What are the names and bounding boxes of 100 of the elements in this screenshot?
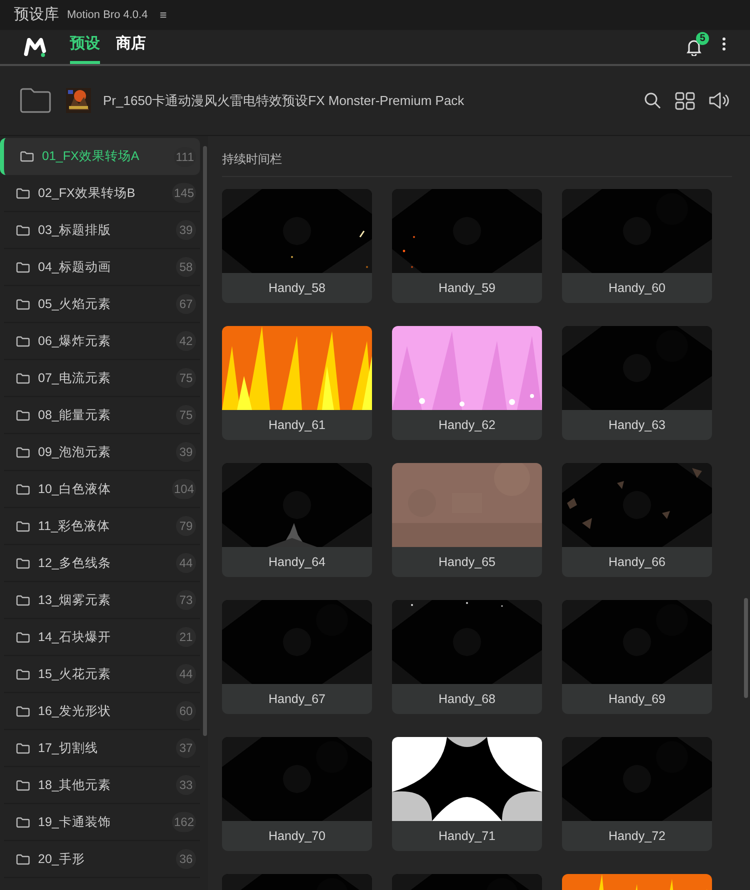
category-label: 07_电流元素 — [38, 370, 111, 387]
category-item[interactable]: 13_烟雾元素 73 — [4, 582, 200, 619]
preset-label: Handy_69 — [608, 690, 666, 708]
preset-label: Handy_62 — [438, 416, 496, 434]
folder-icon — [16, 558, 30, 568]
preset-card[interactable]: Handy_70 — [222, 737, 372, 851]
preset-label: Handy_64 — [268, 554, 326, 571]
count-badge: 44 — [176, 553, 196, 573]
preset-card[interactable]: Handy_68 — [392, 600, 542, 714]
preset-label: Handy_66 — [608, 554, 666, 571]
folder-icon — [16, 520, 30, 532]
count-badge: 73 — [176, 590, 196, 610]
preset-card[interactable]: Handy_60 — [562, 189, 712, 303]
logo-icon[interactable] — [24, 37, 46, 57]
folder-icon — [20, 151, 34, 162]
category-item[interactable]: 01_FX效果转场A 111 — [0, 138, 200, 175]
folder-icon — [16, 742, 30, 754]
category-label: 08_能量元素 — [38, 406, 111, 424]
category-item[interactable]: 10_白色液体 104 — [4, 471, 200, 508]
preset-card[interactable]: Handy_63 — [562, 326, 712, 440]
count-badge: 39 — [176, 220, 196, 240]
category-item[interactable]: 08_能量元素 75 — [4, 397, 200, 434]
preset-card[interactable]: Handy_64 — [222, 463, 372, 577]
folder-icon — [16, 780, 30, 790]
scrollbar[interactable] — [203, 146, 207, 736]
preset-card[interactable]: Handy_67 — [222, 600, 372, 714]
folder-icon — [16, 410, 30, 420]
category-label: 14_石块爆开 — [38, 628, 111, 646]
category-label: 20_手形 — [38, 850, 85, 868]
category-item[interactable]: 04_标题动画 58 — [4, 249, 200, 286]
panel-menu[interactable]: ≡ — [160, 6, 167, 24]
count-badge: 58 — [176, 257, 196, 277]
category-label: 13_烟雾元素 — [38, 592, 111, 609]
preset-card[interactable]: Handy_59 — [392, 189, 542, 303]
category-item[interactable]: 15_火花元素 44 — [4, 656, 200, 693]
preset-label: Handy_65 — [438, 554, 496, 571]
category-item[interactable]: 03_标题排版 39 — [4, 212, 200, 249]
category-item[interactable]: 11_彩色液体 79 — [4, 508, 200, 545]
category-label: 19_卡通装饰 — [38, 814, 111, 831]
preset-card[interactable]: Handy_62 — [392, 326, 542, 440]
category-label: 03_标题排版 — [38, 222, 111, 239]
notification-badge: 5 — [696, 32, 709, 45]
category-label: 11_彩色液体 — [38, 518, 110, 535]
scrollbar[interactable] — [744, 598, 748, 698]
category-label: 17_切割线 — [38, 740, 98, 757]
category-item[interactable]: 17_切割线 37 — [4, 730, 200, 767]
category-item[interactable]: 02_FX效果转场B 145 — [4, 175, 200, 212]
category-item[interactable]: 12_多色线条 44 — [4, 545, 200, 582]
category-label: 06_爆炸元素 — [38, 332, 111, 350]
folder-icon — [16, 372, 30, 384]
more-icon[interactable] — [722, 37, 726, 51]
preset-label: Handy_61 — [268, 416, 326, 434]
preset-card[interactable]: Handy_71 — [392, 737, 542, 851]
count-badge: 37 — [176, 738, 196, 758]
folder-icon — [16, 594, 30, 606]
count-badge: 39 — [176, 442, 196, 462]
pack-thumbnail — [66, 88, 91, 113]
preset-label: Handy_68 — [438, 690, 496, 708]
count-badge: 111 — [174, 146, 196, 166]
category-item[interactable]: 09_泡泡元素 39 — [4, 434, 200, 471]
section-title: 持续时间栏 — [222, 151, 283, 168]
count-badge: 75 — [176, 368, 196, 388]
count-badge: 162 — [172, 812, 196, 832]
preset-label: Handy_67 — [268, 690, 326, 708]
folder-icon — [16, 816, 30, 828]
preset-label: Handy_71 — [438, 828, 496, 845]
category-item[interactable]: 07_电流元素 75 — [4, 360, 200, 397]
category-item[interactable]: 19_卡通装饰 162 — [4, 804, 200, 841]
folder-icon — [16, 632, 30, 642]
folder-icon — [16, 224, 30, 236]
category-item[interactable]: 20_手形 36 — [4, 841, 200, 878]
folder-icon — [16, 336, 30, 346]
search-icon[interactable] — [644, 92, 661, 109]
category-item[interactable]: 18_其他元素 33 — [4, 767, 200, 804]
preset-label: Handy_60 — [608, 280, 666, 297]
category-label: 16_发光形状 — [38, 702, 111, 720]
count-badge: 36 — [176, 849, 196, 869]
category-item[interactable]: 14_石块爆开 21 — [4, 619, 200, 656]
preset-label: Handy_63 — [608, 416, 666, 434]
grid-view-icon[interactable] — [675, 92, 695, 110]
category-item[interactable]: 05_火焰元素 67 — [4, 286, 200, 323]
category-item[interactable]: 16_发光形状 60 — [4, 693, 200, 730]
preset-card[interactable]: Handy_69 — [562, 600, 712, 714]
preset-card[interactable]: Handy_65 — [392, 463, 542, 577]
count-badge: 104 — [172, 479, 196, 499]
preset-card[interactable]: Handy_58 — [222, 189, 372, 303]
category-item[interactable]: 06_爆炸元素 42 — [4, 323, 200, 360]
count-badge: 33 — [176, 775, 196, 795]
folder-icon — [16, 484, 30, 494]
folder-icon[interactable] — [20, 88, 51, 113]
preset-card[interactable]: Handy_61 — [222, 326, 372, 440]
count-badge: 145 — [172, 183, 196, 203]
count-badge: 79 — [176, 516, 196, 536]
preset-card[interactable]: Handy_66 — [562, 463, 712, 577]
preset-label: Handy_59 — [438, 280, 496, 297]
preset-card[interactable]: Handy_72 — [562, 737, 712, 851]
tab[interactable]: 商店 — [116, 30, 146, 64]
notifications-button[interactable]: 5 — [686, 32, 709, 56]
count-badge: 67 — [176, 294, 196, 314]
speaker-icon[interactable] — [709, 92, 730, 109]
